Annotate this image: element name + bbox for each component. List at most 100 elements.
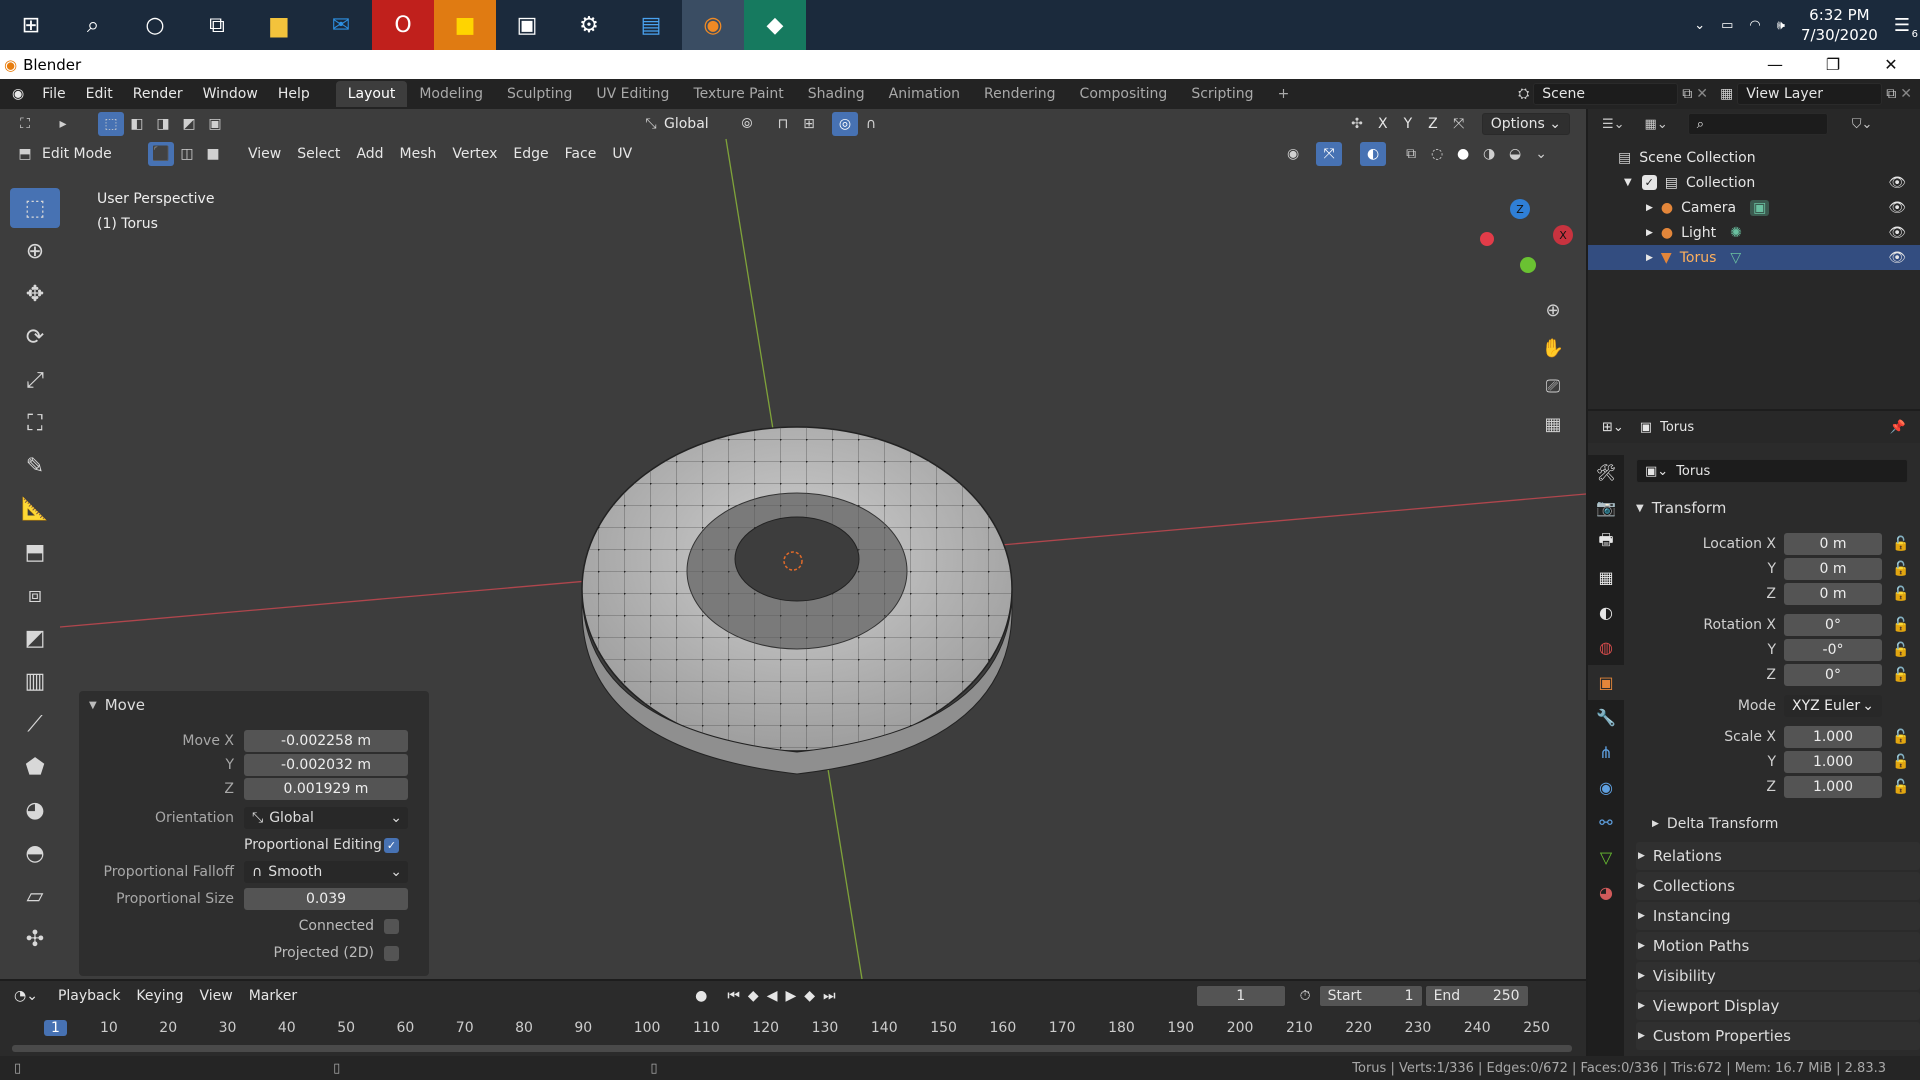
outliner-row-collection[interactable]: ▼ ✓ ▤ Collection 👁 <box>1588 170 1920 195</box>
location-y-field[interactable]: 0 m <box>1784 558 1882 580</box>
photos-icon[interactable]: ▣ <box>496 0 558 50</box>
tab-uv-editing[interactable]: UV Editing <box>584 81 681 107</box>
camera-view-icon[interactable]: ⎚ <box>1540 367 1566 405</box>
task-view-icon[interactable]: ⧉ <box>186 0 248 50</box>
opera-icon[interactable]: O <box>372 0 434 50</box>
editor-type-icon[interactable]: ⛶ <box>12 112 38 136</box>
view-layer-tab-icon[interactable]: ▦ <box>1588 560 1624 595</box>
menu-view[interactable]: View <box>240 143 289 165</box>
delete-view-layer-icon[interactable]: ✕ <box>1900 86 1912 102</box>
lock-icon[interactable]: 🔓 <box>1892 536 1909 552</box>
output-tab-icon[interactable]: 🖶 <box>1588 525 1624 560</box>
chevron-up-icon[interactable]: ⌄ <box>1694 18 1705 33</box>
battery-icon[interactable]: ▭ <box>1721 18 1733 33</box>
outliner-row-scene-collection[interactable]: ▤ Scene Collection <box>1588 145 1920 170</box>
transform-section-header[interactable]: ▼ Transform <box>1636 494 1920 522</box>
proportional-editing-checkbox[interactable]: ✓ <box>384 837 399 853</box>
rotation-x-field[interactable]: 0° <box>1784 614 1882 636</box>
blender-menu-icon[interactable]: ◉ <box>0 86 32 102</box>
lock-icon[interactable]: 🔓 <box>1892 642 1909 658</box>
lock-icon[interactable]: 🔓 <box>1892 586 1909 602</box>
blender-icon[interactable]: ◉ <box>682 0 744 50</box>
scene-icon[interactable]: ⛭ <box>1518 86 1529 102</box>
axis-z-toggle[interactable]: Z <box>1420 113 1446 135</box>
end-frame-field[interactable]: End 250 <box>1424 985 1529 1007</box>
gizmo-toggle-icon[interactable]: ⤧ <box>1316 142 1343 166</box>
tab-animation[interactable]: Animation <box>877 81 972 107</box>
annotate-tool-icon[interactable]: ✎ <box>10 446 60 486</box>
lock-icon[interactable]: 🔓 <box>1892 617 1909 633</box>
collection-checkbox[interactable]: ✓ <box>1641 175 1657 190</box>
edge-select-icon[interactable]: ◫ <box>174 142 200 166</box>
world-tab-icon[interactable]: ◍ <box>1588 630 1624 665</box>
view-layer-field[interactable]: View Layer <box>1737 83 1883 105</box>
play-icon[interactable]: ▶ <box>785 988 796 1004</box>
ruler-current-frame[interactable]: 1 <box>44 1020 67 1036</box>
file-explorer-icon[interactable]: ▆ <box>248 0 310 50</box>
scene-tab-icon[interactable]: ◐ <box>1588 595 1624 630</box>
display-mode-icon[interactable]: ▦⌄ <box>1645 117 1668 132</box>
menu-uv[interactable]: UV <box>604 143 640 165</box>
measure-tool-icon[interactable]: 📐 <box>10 489 60 529</box>
section-motion-paths[interactable]: ▶ Motion Paths <box>1636 932 1920 960</box>
orientation-select[interactable]: ⤡ Global ⌄ <box>244 807 408 829</box>
select-box-icon[interactable]: ▸ <box>50 112 76 136</box>
minimize-icon[interactable]: — <box>1746 55 1804 74</box>
rotation-z-field[interactable]: 0° <box>1784 664 1882 686</box>
gizmo-y-icon[interactable] <box>1520 257 1536 273</box>
menu-edge[interactable]: Edge <box>505 143 556 165</box>
particles-tab-icon[interactable]: ⋔ <box>1588 735 1624 770</box>
menu-select[interactable]: Select <box>289 143 348 165</box>
orientation-dropdown[interactable]: Global <box>664 116 734 132</box>
lock-icon[interactable]: 🔓 <box>1892 754 1909 770</box>
play-reverse-icon[interactable]: ◀ <box>767 988 778 1004</box>
menu-playback[interactable]: Playback <box>50 985 128 1007</box>
material-shading-icon[interactable]: ◑ <box>1476 142 1502 166</box>
rip-tool-icon[interactable]: ✣ <box>10 919 60 959</box>
menu-help[interactable]: Help <box>268 86 320 102</box>
smooth-tool-icon[interactable]: ◓ <box>10 833 60 873</box>
tab-compositing[interactable]: Compositing <box>1068 81 1180 107</box>
mail-icon[interactable]: ✉ <box>310 0 372 50</box>
rotation-mode-select[interactable]: XYZ Euler ⌄ <box>1784 695 1882 717</box>
cortana-icon[interactable]: ○ <box>124 0 186 50</box>
select-subtract-icon[interactable]: ◨ <box>150 112 176 136</box>
loop-cut-tool-icon[interactable]: ▥ <box>10 661 60 701</box>
volume-icon[interactable]: 🕪 <box>1777 18 1785 33</box>
frame-ruler[interactable]: 1 10 20 30 40 50 60 70 80 90 100 110 120 130 140 150 160… <box>0 1018 1586 1042</box>
expand-arrow-icon[interactable]: ▶ <box>1646 253 1653 263</box>
proportional-edit-icon[interactable]: ◎ <box>832 112 858 136</box>
perspective-toggle-icon[interactable]: ▦ <box>1540 405 1566 443</box>
settings-icon[interactable]: ⚙ <box>558 0 620 50</box>
physics-tab-icon[interactable]: ◉ <box>1588 770 1624 805</box>
vertex-select-icon[interactable]: ⬛ <box>148 142 174 166</box>
lock-icon[interactable]: 🔓 <box>1892 667 1909 683</box>
section-relations[interactable]: ▶ Relations <box>1636 842 1920 870</box>
menu-add[interactable]: Add <box>348 143 391 165</box>
orientation-icon[interactable]: ⤡ <box>638 112 664 136</box>
tab-layout[interactable]: Layout <box>335 81 408 107</box>
scene-field[interactable]: Scene <box>1533 83 1679 105</box>
lock-icon[interactable]: 🔓 <box>1892 779 1909 795</box>
current-frame-field[interactable]: 1 <box>1195 985 1286 1007</box>
start-icon[interactable]: ⊞ <box>0 0 62 50</box>
section-custom-properties[interactable]: ▶ Custom Properties <box>1636 1022 1920 1050</box>
poly-build-tool-icon[interactable]: ⬟ <box>10 747 60 787</box>
modifier-tab-icon[interactable]: 🔧 <box>1588 700 1624 735</box>
tool-tab-icon[interactable]: 🛠 <box>1588 455 1624 490</box>
eye-icon[interactable]: 👁 <box>1888 225 1906 241</box>
jump-start-icon[interactable]: ⏮ <box>727 988 740 1004</box>
select-tool-icon[interactable]: ⬚ <box>10 188 60 228</box>
lock-icon[interactable]: 🔓 <box>1892 729 1909 745</box>
select-intersect-icon[interactable]: ▣ <box>202 112 228 136</box>
tab-rendering[interactable]: Rendering <box>972 81 1068 107</box>
eye-icon[interactable]: 👁 <box>1888 200 1906 216</box>
extrude-tool-icon[interactable]: ⬒ <box>10 532 60 572</box>
render-tab-icon[interactable]: 📷 <box>1588 490 1624 525</box>
overlay-toggle-icon[interactable]: ◐ <box>1360 142 1387 166</box>
gizmo-z-icon[interactable]: Z <box>1510 199 1530 219</box>
outliner-search-input[interactable]: ⌕ <box>1687 113 1828 135</box>
notification-icon[interactable]: ☰ 6 <box>1894 15 1918 40</box>
menu-timeline-view[interactable]: View <box>191 985 240 1007</box>
rotate-tool-icon[interactable]: ⟳ <box>10 317 60 357</box>
